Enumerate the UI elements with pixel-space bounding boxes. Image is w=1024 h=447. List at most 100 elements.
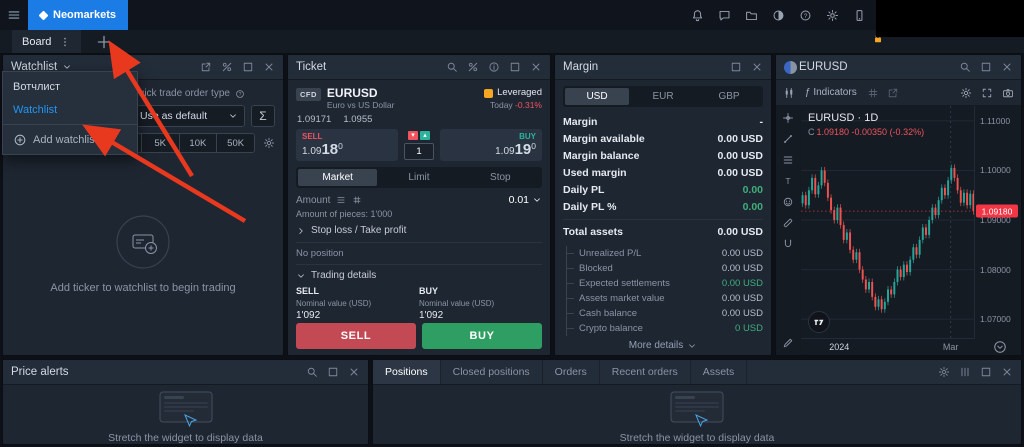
close-icon[interactable] xyxy=(1001,366,1013,378)
chevron-down-icon[interactable] xyxy=(532,195,542,205)
chat-icon[interactable] xyxy=(718,9,731,22)
buy-quote-button[interactable]: BUY 1.09190 xyxy=(440,129,542,161)
fib-icon[interactable] xyxy=(782,154,794,166)
contrast-icon[interactable] xyxy=(772,9,785,22)
currency-tabs: USDEURGBP xyxy=(563,86,763,107)
order-type-select[interactable]: Use as default xyxy=(133,105,245,127)
lots-icon[interactable] xyxy=(336,195,346,205)
sell-quote-button[interactable]: SELL 1.09180 xyxy=(296,129,398,161)
close-icon[interactable] xyxy=(751,61,763,73)
chart-plot[interactable]: EURUSD · 1D C1.09180 -0.00350 (-0.32%) 1… xyxy=(801,106,1021,355)
order-tab-stop[interactable]: Stop xyxy=(461,169,540,186)
gear-icon[interactable] xyxy=(960,87,972,99)
bell-icon[interactable] xyxy=(691,9,704,22)
fullscreen-icon[interactable] xyxy=(981,87,993,99)
maximize-icon[interactable] xyxy=(980,61,992,73)
buy-details-column: BUY Nominal value (USD) 1'092 xyxy=(419,285,542,323)
tab-assets[interactable]: Assets xyxy=(691,360,748,384)
popup-icon[interactable] xyxy=(200,61,212,73)
close-icon[interactable] xyxy=(1001,61,1013,73)
units-icon[interactable] xyxy=(352,195,362,205)
gear-icon[interactable] xyxy=(826,9,839,22)
sell-button[interactable]: SELL xyxy=(296,323,416,349)
margin-sub-value: 0.00 USD xyxy=(722,263,763,274)
search-icon[interactable] xyxy=(446,61,458,73)
percent-icon[interactable] xyxy=(467,61,479,73)
grid-icon[interactable] xyxy=(867,87,879,99)
spread-down-icon[interactable]: ▾ xyxy=(408,131,418,140)
tab-orders[interactable]: Orders xyxy=(543,360,600,384)
currency-tab-usd[interactable]: USD xyxy=(565,88,629,105)
maximize-icon[interactable] xyxy=(509,61,521,73)
candlestick-chart[interactable] xyxy=(801,106,975,339)
instrument-symbol: EURUSD xyxy=(327,87,395,100)
tab-board[interactable]: Board xyxy=(12,30,81,53)
columns-icon[interactable] xyxy=(959,366,971,378)
trend-icon[interactable] xyxy=(782,133,794,145)
tab-positions[interactable]: Positions xyxy=(373,360,441,384)
order-tab-limit[interactable]: Limit xyxy=(379,169,458,186)
price-axis[interactable]: 1.110001.100001.090001.080001.070001.091… xyxy=(974,106,1021,339)
close-icon[interactable] xyxy=(263,61,275,73)
stoploss-takeprofit-toggle[interactable]: Stop loss / Take profit xyxy=(296,225,542,236)
text-icon[interactable]: T xyxy=(782,175,794,187)
pencil-icon[interactable] xyxy=(782,337,794,349)
preset-5k[interactable]: 5K xyxy=(142,134,180,152)
amount-input[interactable]: 0.01 xyxy=(509,194,542,206)
candle-style-icon[interactable] xyxy=(783,87,795,99)
gear-icon[interactable] xyxy=(263,137,275,149)
add-watchlist-item[interactable]: Add watchlist xyxy=(3,128,137,151)
quantity-input[interactable]: 1 xyxy=(404,143,434,160)
currency-tab-gbp[interactable]: GBP xyxy=(697,88,761,105)
close-icon[interactable] xyxy=(530,61,542,73)
preset-10k[interactable]: 10K xyxy=(180,134,218,152)
indicators-button[interactable]: ƒ Indicators xyxy=(805,87,857,98)
maximize-icon[interactable] xyxy=(327,366,339,378)
watchlist-dropdown-item[interactable]: Вотчлист xyxy=(3,75,137,98)
buy-button[interactable]: BUY xyxy=(422,323,542,349)
more-details-link[interactable]: More details xyxy=(563,336,763,355)
watchlist-dropdown-item[interactable]: Watchlist xyxy=(3,98,137,121)
maximize-icon[interactable] xyxy=(242,61,254,73)
ruler-icon[interactable] xyxy=(782,217,794,229)
camera-icon[interactable] xyxy=(1002,87,1014,99)
search-icon[interactable] xyxy=(306,366,318,378)
scroll-to-recent-icon[interactable] xyxy=(993,340,1007,354)
watchlist-empty-text: Add ticker to watchlist to begin trading xyxy=(50,282,235,294)
legend-close-label: C xyxy=(808,127,815,137)
device-icon[interactable] xyxy=(853,9,866,22)
brand-logo[interactable]: Neomarkets xyxy=(28,0,128,30)
preset-50k[interactable]: 50K xyxy=(217,134,254,152)
popup-icon[interactable] xyxy=(887,87,899,99)
help-icon[interactable]: ? xyxy=(235,89,245,99)
tab-closed-positions[interactable]: Closed positions xyxy=(441,360,543,384)
order-type-value: Use as default xyxy=(140,110,207,122)
emoji-icon[interactable] xyxy=(782,196,794,208)
quote-row: SELL 1.09180 ▾ ▴ 1 BUY 1.09190 xyxy=(296,129,542,161)
nominal-value-label: Nominal value (USD) xyxy=(296,298,419,309)
magnet-icon[interactable] xyxy=(782,238,794,250)
percent-icon[interactable] xyxy=(221,61,233,73)
sigma-button[interactable]: Σ xyxy=(251,105,275,127)
search-icon[interactable] xyxy=(959,61,971,73)
margin-row: Margin available0.00 USD xyxy=(563,130,763,147)
trading-details-toggle[interactable]: Trading details xyxy=(296,264,542,281)
gear-icon[interactable] xyxy=(938,366,950,378)
maximize-icon[interactable] xyxy=(730,61,742,73)
close-icon[interactable] xyxy=(348,366,360,378)
info-icon[interactable] xyxy=(488,61,500,73)
tab-recent-orders[interactable]: Recent orders xyxy=(600,360,691,384)
folder-icon[interactable] xyxy=(745,9,758,22)
spread-up-icon[interactable]: ▴ xyxy=(420,131,430,140)
help-icon[interactable]: ? xyxy=(799,9,812,22)
order-tab-market[interactable]: Market xyxy=(298,169,377,186)
menu-icon[interactable] xyxy=(0,8,28,22)
currency-tab-eur[interactable]: EUR xyxy=(631,88,695,105)
tradingview-logo[interactable] xyxy=(808,311,830,333)
dots-vertical-icon[interactable] xyxy=(59,36,71,48)
add-board-button[interactable] xyxy=(95,33,113,51)
time-axis[interactable]: 2024Mar xyxy=(801,338,975,355)
maximize-icon[interactable] xyxy=(980,366,992,378)
crosshair-icon[interactable] xyxy=(782,112,794,124)
chart-main: T EURUSD · 1D C1.09180 -0.00350 (-0.32%)… xyxy=(776,106,1021,355)
